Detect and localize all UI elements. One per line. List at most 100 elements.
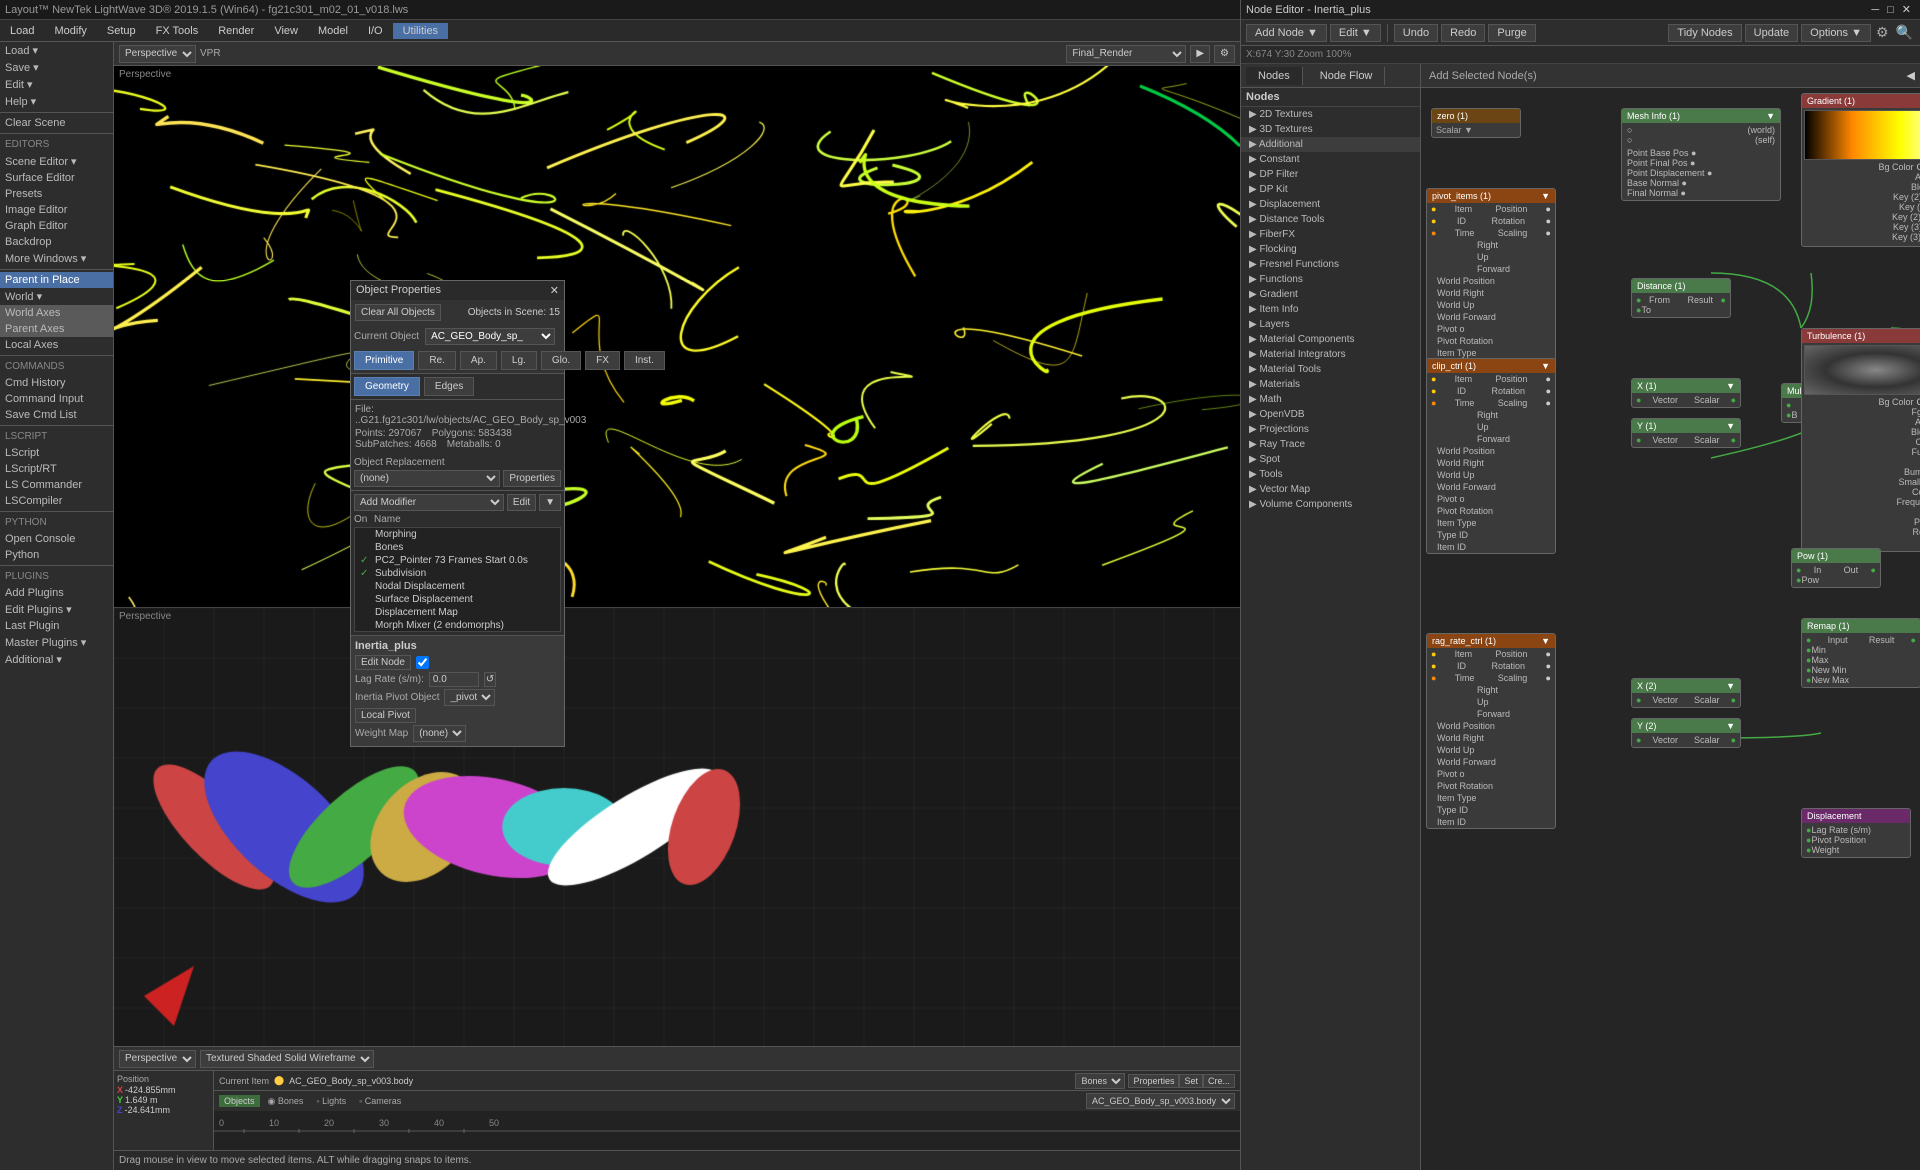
- weight-map-select[interactable]: (none): [413, 725, 466, 742]
- sidebar-last-plugin[interactable]: Last Plugin: [0, 618, 113, 634]
- sidebar-presets[interactable]: Presets: [0, 186, 113, 202]
- sidebar-world[interactable]: World ▾: [0, 288, 113, 305]
- objects-tab[interactable]: Objects: [219, 1095, 260, 1107]
- add-selected-node-btn[interactable]: Add Selected Node(s): [1429, 70, 1537, 82]
- menu-render[interactable]: Render: [208, 23, 264, 39]
- node-cat-material-tools[interactable]: ▶ Material Tools: [1241, 362, 1420, 377]
- sidebar-master-plugins[interactable]: Master Plugins ▾: [0, 634, 113, 651]
- node-cat-flocking[interactable]: ▶ Flocking: [1241, 242, 1420, 257]
- search-icon[interactable]: 🔍: [1896, 24, 1913, 41]
- modifier-morph-mixer[interactable]: Morph Mixer (2 endomorphs): [355, 619, 560, 632]
- sidebar-save-cmd-list[interactable]: Save Cmd List: [0, 407, 113, 423]
- sidebar-lscript[interactable]: LScript: [0, 445, 113, 461]
- tab-re[interactable]: Re.: [418, 351, 456, 370]
- cre-btn[interactable]: Cre...: [1203, 1074, 1235, 1088]
- sidebar-clear-scene[interactable]: Clear Scene: [0, 115, 113, 131]
- sidebar-graph-editor[interactable]: Graph Editor: [0, 218, 113, 234]
- add-node-btn[interactable]: Add Node ▼: [1246, 24, 1327, 42]
- modifier-nodal[interactable]: Nodal Displacement: [355, 580, 560, 593]
- sidebar-command-input[interactable]: Command Input: [0, 391, 113, 407]
- menu-fx-tools[interactable]: FX Tools: [146, 23, 209, 39]
- sidebar-image-editor[interactable]: Image Editor: [0, 202, 113, 218]
- node-cat-constant[interactable]: ▶ Constant: [1241, 152, 1420, 167]
- ne-minimize[interactable]: ─: [1867, 4, 1883, 16]
- node-cat-dp-filter[interactable]: ▶ DP Filter: [1241, 167, 1420, 182]
- node-mesh-info[interactable]: Mesh Info (1) ▼ ○ (world) ○ (self) Point…: [1621, 108, 1781, 201]
- sidebar-parent-axes[interactable]: Parent Axes: [0, 321, 113, 337]
- bottom-viewport-mode[interactable]: Perspective: [119, 1050, 196, 1068]
- shading-mode[interactable]: Textured Shaded Solid Wireframe: [200, 1050, 374, 1068]
- sidebar-scene-editor[interactable]: Scene Editor ▾: [0, 153, 113, 170]
- sidebar-load[interactable]: Load ▾: [0, 42, 113, 59]
- node-cat-item-info[interactable]: ▶ Item Info: [1241, 302, 1420, 317]
- options-btn[interactable]: Options ▼: [1801, 24, 1871, 42]
- sidebar-lscript-rt[interactable]: LScript/RT: [0, 461, 113, 477]
- current-object-select[interactable]: AC_GEO_Body_sp_: [425, 328, 555, 345]
- sidebar-add-plugins[interactable]: Add Plugins: [0, 585, 113, 601]
- menu-modify[interactable]: Modify: [44, 23, 96, 39]
- sidebar-additional[interactable]: Additional ▾: [0, 651, 113, 668]
- lag-rate-reset[interactable]: ↺: [484, 672, 496, 687]
- sidebar-cmd-history[interactable]: Cmd History: [0, 375, 113, 391]
- modifier-pc2[interactable]: ✓PC2_Pointer 73 Frames Start 0.0s: [355, 554, 560, 567]
- node-cat-vector-map[interactable]: ▶ Vector Map: [1241, 482, 1420, 497]
- bottom-viewport[interactable]: Perspective: [114, 607, 1240, 1046]
- node-y2[interactable]: Y (2) ▼ ● Vector Scalar ●: [1631, 718, 1741, 748]
- node-cat-2d[interactable]: ▶ 2D Textures: [1241, 107, 1420, 122]
- sidebar-ls-compiler[interactable]: LSCompiler: [0, 493, 113, 509]
- node-cat-additional[interactable]: ▶ Additional: [1241, 137, 1420, 152]
- sidebar-world-axes[interactable]: World Axes: [0, 305, 113, 321]
- tab-lg[interactable]: Lg.: [501, 351, 537, 370]
- modifier-bones[interactable]: Bones: [355, 541, 560, 554]
- node-cat-tools[interactable]: ▶ Tools: [1241, 467, 1420, 482]
- node-pivot-items[interactable]: pivot_items (1) ▼ ● Item Position ● ● ID…: [1426, 188, 1556, 384]
- node-cat-math[interactable]: ▶ Math: [1241, 392, 1420, 407]
- tab-ap[interactable]: Ap.: [460, 351, 497, 370]
- node-cat-fresnel[interactable]: ▶ Fresnel Functions: [1241, 257, 1420, 272]
- node-rag-rate[interactable]: rag_rate_ctrl (1) ▼ ● Item Position ● ● …: [1426, 633, 1556, 829]
- sidebar-backdrop[interactable]: Backdrop: [0, 234, 113, 250]
- sidebar-more-windows[interactable]: More Windows ▾: [0, 250, 113, 267]
- sidebar-open-console[interactable]: Open Console: [0, 531, 113, 547]
- node-clip-ctrl[interactable]: clip_ctrl (1) ▼ ● Item Position ● ● ID R…: [1426, 358, 1556, 554]
- node-y1[interactable]: Y (1) ▼ ● Vector Scalar ●: [1631, 418, 1741, 448]
- menu-setup[interactable]: Setup: [97, 23, 146, 39]
- sidebar-parent-in-place[interactable]: Parent in Place: [0, 272, 113, 288]
- top-viewport[interactable]: Perspective: [114, 66, 1240, 607]
- sidebar-save[interactable]: Save ▾: [0, 59, 113, 76]
- node-cat-material-components[interactable]: ▶ Material Components: [1241, 332, 1420, 347]
- node-x2[interactable]: X (2) ▼ ● Vector Scalar ●: [1631, 678, 1741, 708]
- sidebar-edit[interactable]: Edit ▾: [0, 76, 113, 93]
- node-cat-spot[interactable]: ▶ Spot: [1241, 452, 1420, 467]
- menu-utilities[interactable]: Utilities: [393, 23, 448, 39]
- bones-select[interactable]: Bones: [1075, 1073, 1125, 1089]
- tab-fx[interactable]: FX: [585, 351, 620, 370]
- edit-node-checkbox[interactable]: [416, 656, 429, 669]
- modifier-displacement-map[interactable]: Displacement Map: [355, 606, 560, 619]
- local-pivot-btn[interactable]: Local Pivot: [355, 708, 416, 723]
- node-cat-raytrace[interactable]: ▶ Ray Trace: [1241, 437, 1420, 452]
- purge-btn[interactable]: Purge: [1488, 24, 1535, 42]
- menu-model[interactable]: Model: [308, 23, 358, 39]
- bones-tab[interactable]: ◉ Bones: [263, 1095, 309, 1108]
- mesh-expand[interactable]: ▼: [1766, 111, 1775, 121]
- node-cat-3d[interactable]: ▶ 3D Textures: [1241, 122, 1420, 137]
- node-gradient1[interactable]: Gradient (1) ▼ Bg Color Color ● Alpha ●: [1801, 93, 1920, 247]
- settings-btn[interactable]: ⚙: [1214, 45, 1235, 63]
- properties-btn[interactable]: Properties: [503, 470, 561, 487]
- tab-primitive[interactable]: Primitive: [354, 351, 414, 370]
- tidy-nodes-btn[interactable]: Tidy Nodes: [1668, 24, 1741, 42]
- node-cat-displacement[interactable]: ▶ Displacement: [1241, 197, 1420, 212]
- tab-edges[interactable]: Edges: [424, 377, 474, 396]
- node-cat-projections[interactable]: ▶ Projections: [1241, 422, 1420, 437]
- tab-node-flow[interactable]: Node Flow: [1308, 67, 1386, 85]
- sidebar-python[interactable]: Python: [0, 547, 113, 563]
- render-btn[interactable]: ▶: [1190, 45, 1210, 63]
- top-viewport-canvas[interactable]: [114, 66, 1240, 607]
- node-cat-dp-kit[interactable]: ▶ DP Kit: [1241, 182, 1420, 197]
- node-pow[interactable]: Pow (1) ● In Out ● ● Pow: [1791, 548, 1881, 588]
- pivot-select[interactable]: _pivot: [444, 689, 495, 706]
- y2-expand[interactable]: ▼: [1726, 721, 1735, 731]
- node-displacement[interactable]: Displacement ● Lag Rate (s/m) ● Pivot Po…: [1801, 808, 1911, 858]
- cameras-tab[interactable]: ◦ Cameras: [354, 1095, 406, 1107]
